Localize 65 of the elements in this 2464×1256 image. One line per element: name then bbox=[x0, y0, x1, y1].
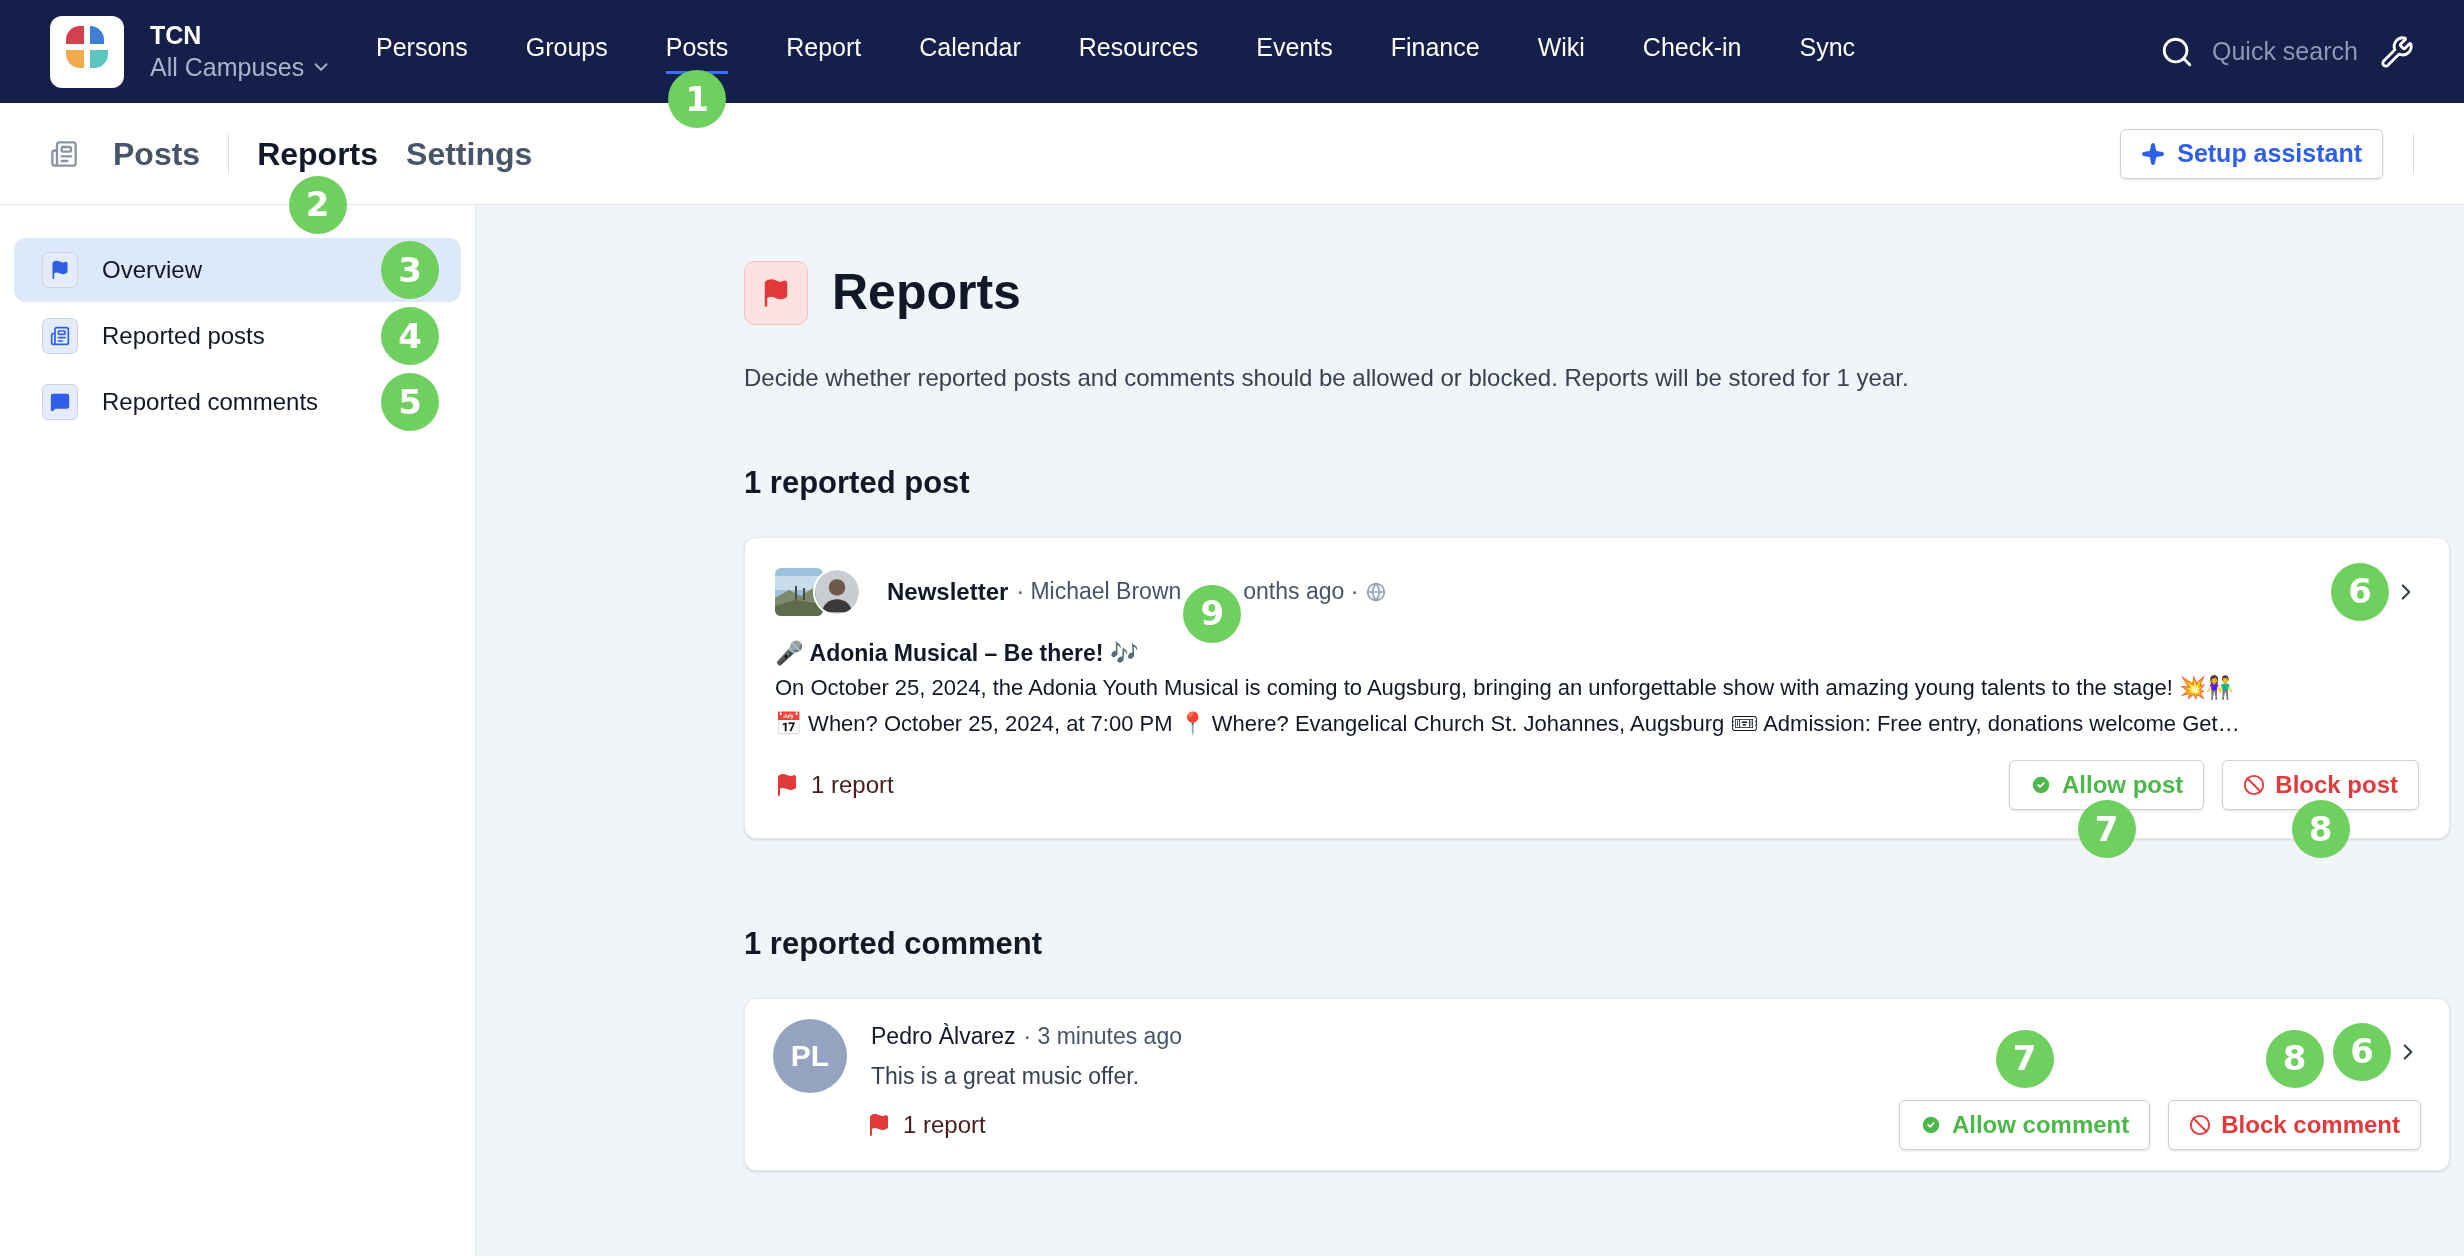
post-text: 📅 When? October 25, 2024, at 7:00 PM 📍 Where? Evangelical Church St. Johannes, Augsburg 🎟 Admission: Free entry, donations welcome Get… bbox=[775, 710, 2241, 738]
section-heading: 1 reported comment bbox=[744, 925, 1043, 963]
app-name: TCN bbox=[150, 20, 203, 52]
report-count: 1 report bbox=[903, 1109, 986, 1140]
flag-icon bbox=[42, 252, 78, 288]
setup-assistant-button[interactable]: Setup assistant bbox=[2120, 128, 2383, 179]
callout-badge: 9 bbox=[1183, 584, 1242, 643]
callout-badge: 6 bbox=[2331, 562, 2389, 621]
post-text: On October 25, 2024, the Adonia Youth Musical is coming to Augsburg, bringing an unforgettable show with amazing young talents to the stage! 💥👫 bbox=[775, 674, 2234, 702]
logo-icon bbox=[50, 15, 124, 88]
callout-badge: 7 bbox=[2077, 800, 2136, 858]
tools-icon[interactable] bbox=[2380, 34, 2414, 69]
nav-link[interactable]: Report bbox=[786, 29, 862, 74]
campus-selector[interactable]: All Campuses bbox=[150, 51, 340, 83]
post-time: onths ago · bbox=[1243, 577, 1359, 607]
group-name: Newsletter bbox=[887, 576, 1009, 607]
callout-badge: 5 bbox=[381, 373, 439, 431]
avatar: PL bbox=[773, 1018, 847, 1093]
flag-icon bbox=[744, 260, 808, 325]
nav-link[interactable]: Check-in bbox=[1642, 29, 1742, 74]
comment-author: Pedro Àlvarez bbox=[871, 1021, 1016, 1051]
tab[interactable]: Settings bbox=[406, 135, 533, 172]
section-title: Posts bbox=[113, 134, 201, 174]
newspaper-icon bbox=[42, 318, 78, 354]
page-title: Reports bbox=[832, 263, 1021, 322]
prohibited-icon bbox=[2189, 1113, 2212, 1136]
block-button[interactable]: Block comment bbox=[2168, 1099, 2421, 1150]
post-title: 🎤 Adonia Musical – Be there! 🎶 bbox=[775, 638, 1140, 668]
callout-badge: 4 bbox=[381, 307, 439, 365]
sparkle-icon bbox=[2141, 141, 2166, 166]
callout-badge: 3 bbox=[381, 241, 439, 299]
sidebar-item[interactable]: Reported comments 5 bbox=[14, 370, 461, 434]
callout-badge: 2 bbox=[288, 175, 347, 234]
nav-link[interactable]: Groups bbox=[525, 29, 608, 74]
nav-link[interactable]: Wiki bbox=[1537, 29, 1585, 74]
check-circle-icon bbox=[2030, 774, 2052, 796]
block-button[interactable]: Block post bbox=[2222, 760, 2419, 810]
avatar bbox=[813, 567, 861, 616]
nav-link[interactable]: Resources bbox=[1078, 29, 1199, 74]
sidebar-item[interactable]: Reported posts 4 bbox=[14, 304, 461, 368]
globe-icon bbox=[1366, 581, 1387, 602]
page-description: Decide whether reported posts and comments should be allowed or blocked. Reports will be stored for 1 year. bbox=[744, 363, 1910, 393]
speech-bubble-icon bbox=[42, 384, 78, 420]
nav-link[interactable]: Calendar bbox=[919, 29, 1021, 74]
prohibited-icon bbox=[2243, 774, 2266, 796]
quick-search-field[interactable]: Quick search bbox=[2212, 32, 2362, 71]
callout-badge: 7 bbox=[1995, 1029, 2054, 1088]
callout-badge: 8 bbox=[2265, 1029, 2324, 1088]
tab[interactable]: Reports bbox=[257, 135, 379, 172]
nav-link[interactable]: Finance bbox=[1390, 29, 1480, 74]
flag-icon bbox=[775, 773, 799, 797]
check-circle-icon bbox=[1919, 1113, 1942, 1136]
flag-icon bbox=[867, 1112, 891, 1137]
nav-link[interactable]: Persons bbox=[376, 29, 468, 74]
callout-badge: 8 bbox=[2291, 800, 2350, 858]
comment-text: This is a great music offer. bbox=[871, 1062, 1140, 1091]
sidebar-item[interactable]: Overview 3 bbox=[14, 238, 461, 302]
comment-time: · 3 minutes ago bbox=[1023, 1021, 1182, 1051]
nav-link[interactable]: Sync bbox=[1799, 29, 1856, 74]
nav-link[interactable]: Events bbox=[1256, 29, 1333, 74]
post-author: · Michael Brown bbox=[1016, 577, 1182, 607]
callout-badge: 6 bbox=[2333, 1022, 2391, 1081]
section-heading: 1 reported post bbox=[744, 464, 971, 502]
newspaper-icon bbox=[50, 139, 78, 168]
report-count: 1 report bbox=[811, 770, 894, 800]
